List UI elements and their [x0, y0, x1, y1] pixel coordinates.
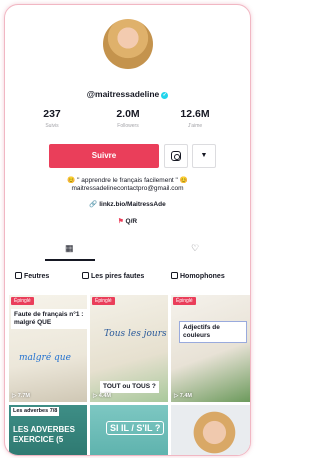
more-options-button[interactable]: ▼ [192, 144, 216, 168]
link-icon: 🔗 [89, 201, 98, 208]
heart-outline-icon: ♡ [191, 243, 200, 253]
video-tile[interactable]: SI IL / S'IL ? [90, 405, 168, 455]
follow-button[interactable]: Suivre [49, 144, 159, 168]
instagram-icon [171, 151, 181, 161]
qa-label: Q/R [125, 218, 138, 225]
video-caption-text: Les adverbes [13, 408, 49, 414]
tiktok-profile-card: @maitressadeline ✓ 237 Suivis 2.0M Follow… [4, 4, 251, 456]
username: @maitressadeline [86, 89, 160, 99]
likes-label: J'aime [187, 123, 203, 129]
tab-liked[interactable]: ♡ [191, 243, 199, 254]
bio-email: maitressadelinecontactpro@gmail.com [71, 185, 184, 192]
video-tile[interactable]: Épinglé Faute de français n°1 : malgré Q… [9, 295, 87, 402]
pinned-badge: Épinglé [173, 297, 196, 305]
avatar[interactable] [103, 19, 153, 69]
username-row: @maitressadeline ✓ [5, 89, 250, 99]
bio-link[interactable]: 🔗 linkz.bio/MaitressAde [5, 200, 250, 208]
view-count-value: 4.4M [98, 393, 111, 399]
playlist-label: Homophones [180, 273, 225, 280]
playlist-label: Feutres [24, 273, 50, 280]
playlist-pires-fautes[interactable]: Les pires fautes [82, 269, 144, 285]
playlist-label: Les pires fautes [91, 273, 145, 280]
playlist-feutres[interactable]: Feutres [15, 269, 49, 285]
video-overlay-text: SI IL / S'IL ? [106, 421, 165, 435]
stat-likes[interactable]: 12.6M J'aime [165, 108, 225, 129]
bio-line-1: 😊 " apprendre le français facilement " 😊 [67, 177, 188, 184]
playlist-icon [171, 272, 178, 279]
video-counter: 7/8 [49, 408, 58, 414]
video-overlay-text: LES ADVERBES EXERCICE (5 [13, 425, 75, 444]
following-label: Suivis [45, 123, 59, 129]
following-count: 237 [43, 108, 61, 120]
verified-check-icon: ✓ [161, 92, 169, 99]
pinned-badge: Épinglé [92, 297, 115, 305]
video-caption: TOUT ou TOUS ? [100, 381, 159, 393]
followers-label: Followers [117, 123, 139, 129]
instagram-button[interactable] [164, 144, 188, 168]
followers-count: 2.0M [116, 108, 140, 120]
playlist-icon [15, 272, 22, 279]
bio-link-text: linkz.bio/MaitressAde [99, 201, 166, 208]
view-count-value: 7.7M [17, 393, 30, 399]
video-overlay-text: malgré que [19, 353, 71, 363]
playlist-homophones[interactable]: Homophones [171, 269, 225, 285]
video-caption: Faute de français n°1 : malgré QUE [11, 309, 87, 329]
video-tile[interactable]: Épinglé Adjectifs de couleurs ▷ 7.4M [171, 295, 250, 402]
video-tile[interactable]: Épinglé Tous les jours TOUT ou TOUS ? ▷ … [90, 295, 168, 402]
video-tile[interactable] [171, 405, 250, 455]
video-caption: Les adverbes 7/8 [11, 407, 60, 416]
grid-icon: ▦ [65, 243, 74, 253]
active-tab-indicator [45, 259, 95, 261]
view-count: ▷ 4.4M [93, 393, 111, 399]
view-count-value: 7.4M [179, 393, 192, 399]
qa-button[interactable]: ⚑ Q/R [5, 217, 250, 225]
stat-followers[interactable]: 2.0M Followers [98, 108, 158, 129]
stat-following[interactable]: 237 Suivis [22, 108, 82, 129]
chevron-down-icon: ▼ [200, 152, 208, 159]
pinned-badge: Épinglé [11, 297, 34, 305]
tab-videos[interactable]: ▦ [65, 243, 74, 254]
video-caption: Adjectifs de couleurs [179, 321, 247, 343]
view-count: ▷ 7.7M [12, 393, 30, 399]
qa-icon: ⚑ [117, 218, 124, 225]
video-tile[interactable]: Les adverbes 7/8 LES ADVERBES EXERCICE (… [9, 405, 87, 455]
video-overlay-text: Tous les jours [104, 329, 167, 339]
view-count: ▷ 7.4M [174, 393, 192, 399]
likes-count: 12.6M [180, 108, 210, 120]
playlist-icon [82, 272, 89, 279]
